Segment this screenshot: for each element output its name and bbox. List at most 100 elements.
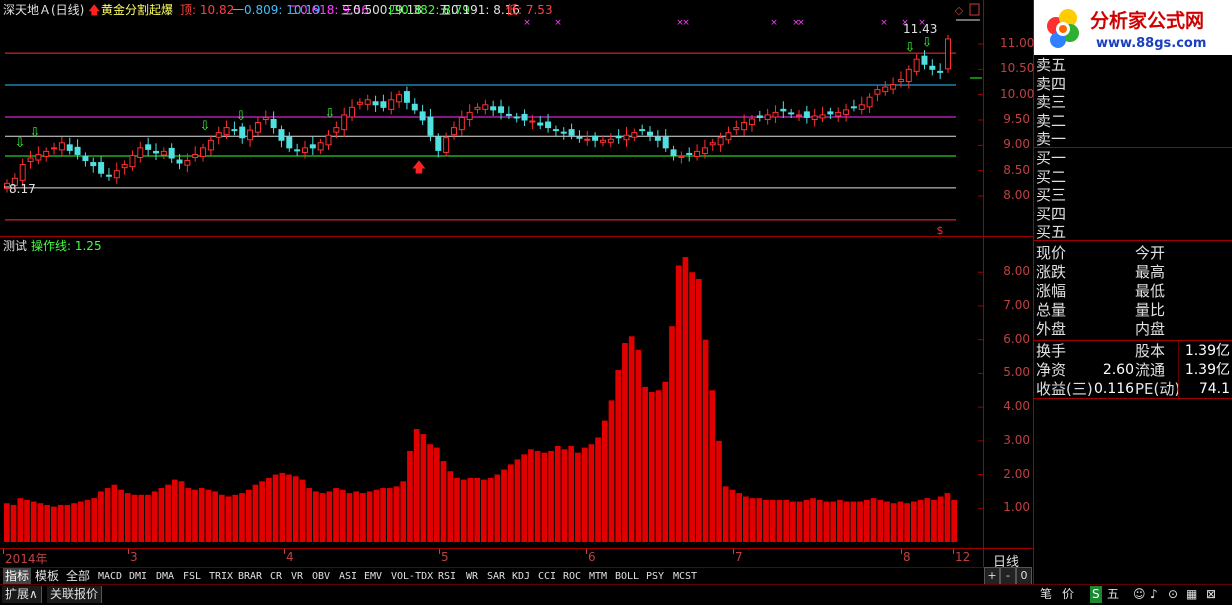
- quote-field-label: 最高: [1135, 263, 1166, 281]
- volume-bar: [433, 447, 440, 542]
- candle-body: [66, 144, 73, 151]
- indicator-tab[interactable]: PSY: [644, 568, 666, 585]
- volume-bar: [460, 479, 467, 542]
- indicator-tab[interactable]: DMA: [154, 568, 176, 585]
- volume-bar: [924, 498, 931, 542]
- candle-body: [741, 122, 748, 131]
- cross-marker-icon: ×: [880, 18, 888, 28]
- indicator-tab[interactable]: MTM: [587, 568, 609, 585]
- indicator-tab[interactable]: CR: [268, 568, 284, 585]
- volume-bar: [138, 494, 145, 542]
- indicator-tab[interactable]: 全部: [64, 568, 92, 585]
- indicator-tab[interactable]: DMI: [127, 568, 149, 585]
- candle-body: [427, 116, 434, 136]
- volume-bar: [272, 474, 279, 542]
- candle-body: [388, 99, 395, 110]
- indicator-tab[interactable]: OBV: [310, 568, 332, 585]
- quote-field-label: 现价: [1036, 244, 1067, 262]
- candle-body: [929, 65, 936, 70]
- candle-body: [121, 164, 128, 169]
- kline-chart[interactable]: 11.0010.5010.009.509.008.508.00⇩⇩⇩⇩⇩⇩⇩🡅×…: [0, 0, 984, 236]
- volume-bar: [474, 477, 480, 542]
- indicator-tab[interactable]: RSI: [436, 568, 458, 585]
- indicator-tab[interactable]: FSL: [181, 568, 203, 585]
- indicator-tab[interactable]: BRAR: [236, 568, 264, 585]
- candle-body: [654, 136, 661, 141]
- indicator-tab[interactable]: BOLL: [613, 568, 641, 585]
- date-tick: [586, 549, 587, 554]
- volume-bar: [729, 489, 736, 542]
- volume-bar: [239, 493, 245, 542]
- volume-bar: [662, 381, 669, 542]
- candle-body: [160, 150, 167, 156]
- indicator-tab[interactable]: KDJ: [510, 568, 532, 585]
- indicator-tab[interactable]: EMV: [362, 568, 384, 585]
- volume-bar: [595, 437, 601, 542]
- candle-body: [701, 147, 708, 154]
- candle-body: [662, 136, 669, 149]
- price-axis-label: 9.50: [1003, 112, 1030, 126]
- cross-marker-icon: ×: [554, 18, 562, 28]
- ask-level-label: 卖五: [1036, 56, 1067, 74]
- related-quotes-button[interactable]: 关联报价: [47, 586, 103, 603]
- formula-arrow-icon: 🡅: [88, 3, 101, 17]
- candle-body: [670, 149, 677, 156]
- expand-button[interactable]: 扩展∧: [2, 586, 42, 603]
- volume-bar: [212, 491, 218, 542]
- indicator-tab[interactable]: VR: [289, 568, 305, 585]
- candle-body: [325, 134, 332, 146]
- candle-body: [788, 112, 795, 115]
- indicator-tab[interactable]: WR: [464, 568, 480, 585]
- candle-body: [341, 114, 348, 131]
- indicator-title: 测试: [3, 239, 28, 253]
- indicator-tab[interactable]: TRIX: [207, 568, 235, 585]
- indicator-tab[interactable]: ROC: [561, 568, 583, 585]
- volume-bar: [910, 501, 917, 542]
- candle-body: [247, 129, 254, 141]
- volume-bar: [756, 498, 763, 542]
- volume-bar: [339, 489, 346, 542]
- volume-bar: [64, 504, 71, 542]
- volume-bar: [796, 501, 803, 542]
- volume-bar: [84, 499, 91, 542]
- indicator-tab[interactable]: ASI: [337, 568, 359, 585]
- flower-logo-icon: [1047, 9, 1079, 48]
- zoom-in-button[interactable]: +: [984, 567, 1000, 585]
- volume-bar: [682, 257, 689, 542]
- cross-marker-icon: ×: [523, 18, 531, 28]
- indicator-tab[interactable]: MACD: [96, 568, 124, 585]
- indicator-tab[interactable]: SAR: [485, 568, 507, 585]
- volume-bar: [803, 499, 810, 542]
- volume-bar: [608, 400, 615, 542]
- quote-field-label: 量比: [1135, 301, 1166, 319]
- candle-body: [82, 155, 89, 162]
- volume-bar: [615, 370, 622, 542]
- volume-bar: [292, 476, 299, 542]
- indicator-tab[interactable]: 指标: [3, 568, 32, 585]
- candle-body: [921, 55, 928, 65]
- zoom-reset-button[interactable]: 0: [1016, 567, 1032, 585]
- candle-body: [105, 174, 112, 177]
- volume-bar: [178, 481, 185, 542]
- indicator-tab[interactable]: CCI: [536, 568, 558, 585]
- ask-level-label: 卖四: [1036, 74, 1067, 93]
- volume-bar: [709, 390, 716, 542]
- candle-body: [756, 115, 763, 118]
- indicator-chart[interactable]: 8.007.006.005.004.003.002.001.00: [0, 236, 984, 549]
- candle-body: [35, 153, 42, 161]
- level-top: 顶: 10.82: [180, 3, 235, 17]
- indicator-tab[interactable]: 模板: [33, 568, 61, 585]
- volume-bar: [145, 494, 151, 542]
- volume-bar: [622, 343, 628, 542]
- candle-body: [474, 106, 481, 110]
- volume-bar: [937, 496, 944, 542]
- candle-body: [411, 103, 418, 111]
- candle-body: [678, 155, 685, 158]
- indicator-tab[interactable]: MCST: [671, 568, 699, 585]
- zoom-out-button[interactable]: -: [1000, 567, 1016, 585]
- candle-body: [631, 132, 638, 138]
- candle-body: [223, 127, 230, 136]
- volume-bar: [695, 278, 702, 542]
- volume-bar: [884, 501, 890, 542]
- indicator-tab[interactable]: VOL-TDX: [389, 568, 435, 585]
